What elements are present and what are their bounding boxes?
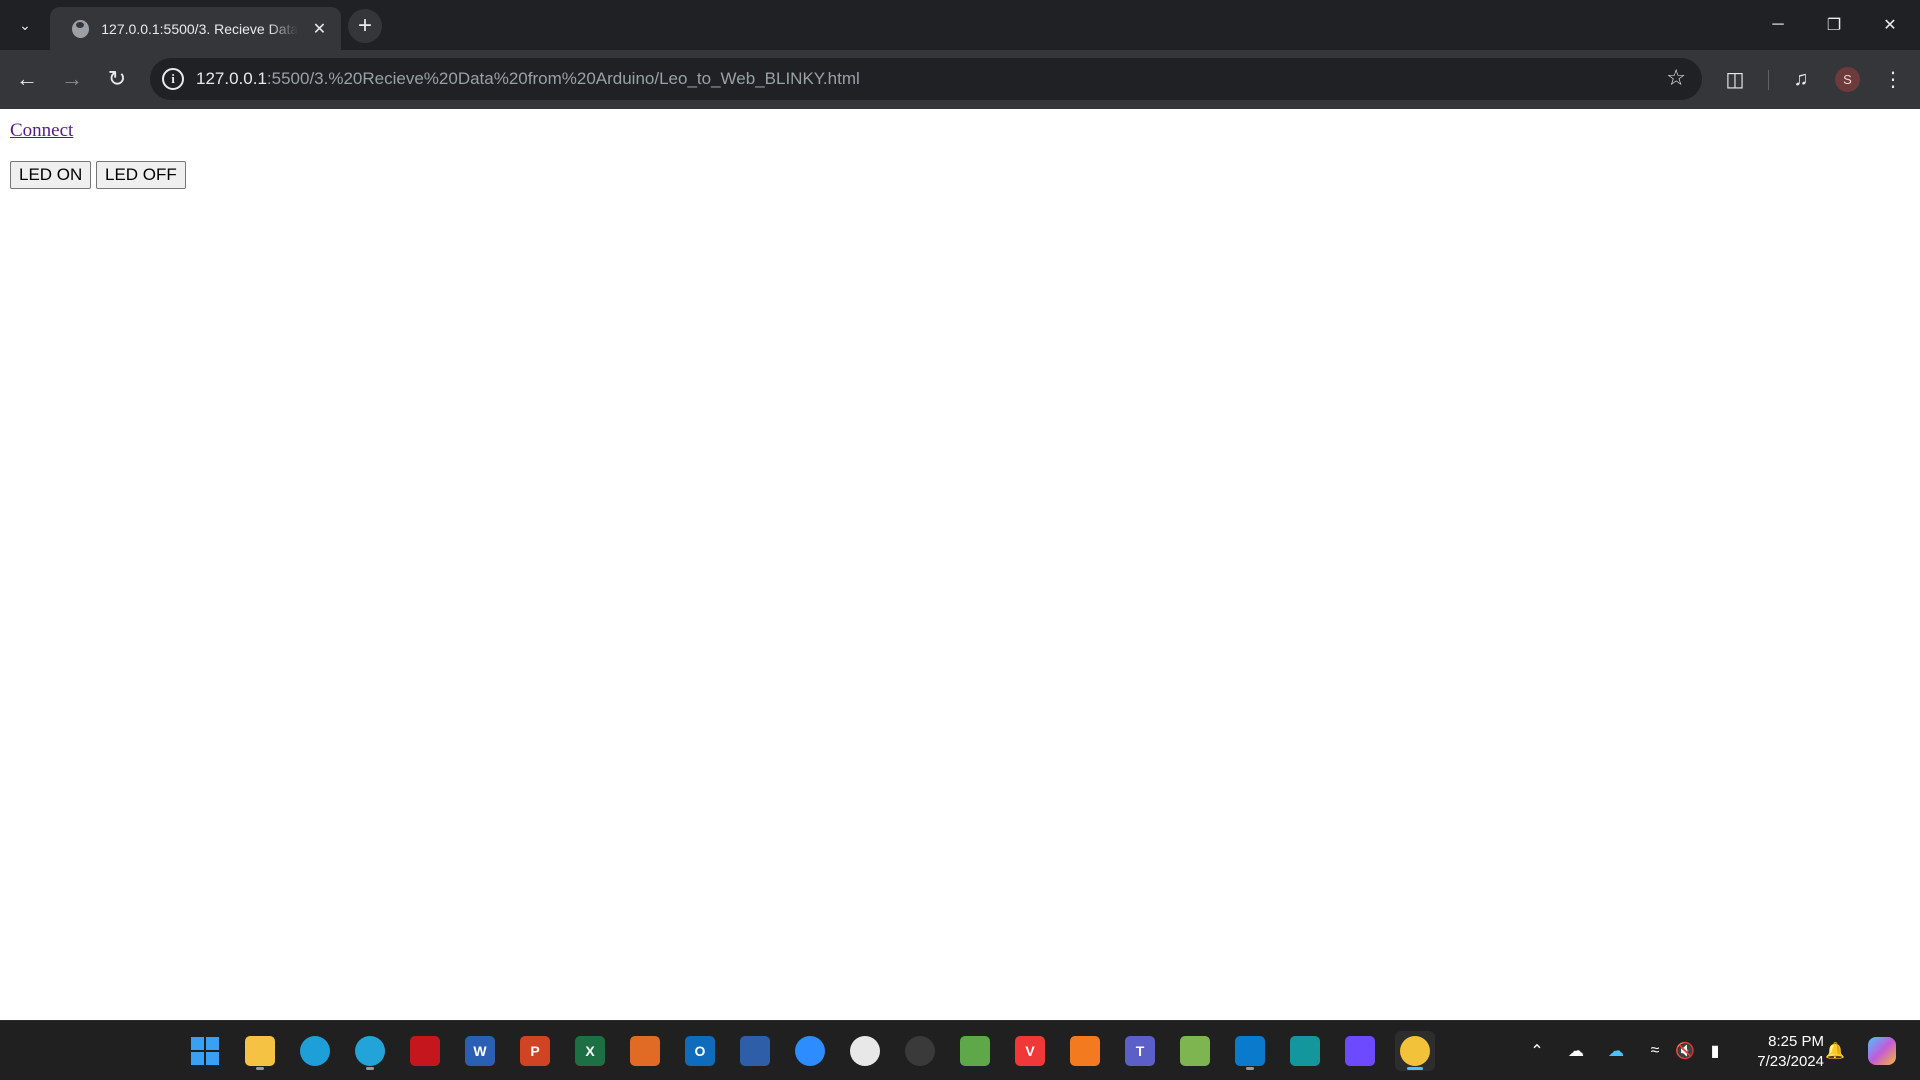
restore-icon[interactable]: ❐ <box>1806 8 1862 42</box>
led-on-button[interactable]: LED ON <box>10 161 92 189</box>
tab-search-chevron-icon[interactable]: ⌄ <box>12 12 38 38</box>
excel-icon: X <box>575 1036 605 1066</box>
onedrive-personal-icon[interactable]: ☁ <box>1563 1038 1589 1064</box>
copilot-icon[interactable] <box>1866 1035 1898 1067</box>
menu-kebab-icon[interactable]: ⋮ <box>1876 62 1910 96</box>
matlab-icon <box>630 1036 660 1066</box>
tab-title: 127.0.0.1:5500/3. Recieve Data from Ardu… <box>101 20 298 37</box>
close-window-icon[interactable]: ✕ <box>1862 8 1918 42</box>
proton-vpn-icon <box>1345 1036 1375 1066</box>
outlook-icon: O <box>685 1036 715 1066</box>
taskbar-app-matlab[interactable] <box>625 1031 665 1071</box>
taskbar-app-edge[interactable] <box>295 1031 335 1071</box>
vscode-icon <box>1235 1036 1265 1066</box>
phone-link-icon <box>740 1036 770 1066</box>
chrome-dev-icon <box>850 1036 880 1066</box>
connect-link[interactable]: Connect <box>10 120 73 142</box>
taskbar-app-android-studio[interactable] <box>955 1031 995 1071</box>
powerpoint-icon: P <box>520 1036 550 1066</box>
browser-chrome: ⌄ 127.0.0.1:5500/3. Recieve Data from Ar… <box>0 0 1920 109</box>
running-indicator <box>256 1067 264 1070</box>
taskbar-app-media-player[interactable] <box>1065 1031 1105 1071</box>
browser-toolbar: ← → ↻ i 127.0.0.1:5500/3.%20Recieve%20Da… <box>0 50 1920 109</box>
profile-avatar[interactable]: S <box>1835 67 1860 92</box>
taskbar-app-outlook[interactable]: O <box>680 1031 720 1071</box>
taskbar-app-phone-link[interactable] <box>735 1031 775 1071</box>
onedrive-business-icon[interactable]: ☁ <box>1603 1038 1629 1064</box>
taskbar-app-mathworks[interactable] <box>405 1031 445 1071</box>
browser-tab[interactable]: 127.0.0.1:5500/3. Recieve Data from Ardu… <box>50 7 341 50</box>
back-icon[interactable]: ← <box>10 62 44 96</box>
taskbar-app-arduino[interactable] <box>1285 1031 1325 1071</box>
tab-close-icon[interactable]: ✕ <box>310 19 329 39</box>
led-off-button[interactable]: LED OFF <box>96 161 186 189</box>
mathworks-icon <box>410 1036 440 1066</box>
extensions-icon[interactable]: ◫ <box>1718 62 1752 96</box>
url-path: :5500/3.%20Recieve%20Data%20from%20Ardui… <box>266 69 860 88</box>
media-controls-icon[interactable]: ♫ <box>1784 62 1818 96</box>
url-host: 127.0.0.1 <box>196 69 267 88</box>
taskbar-app-zoom[interactable] <box>790 1031 830 1071</box>
taskbar-app-vivaldi[interactable]: V <box>1010 1031 1050 1071</box>
running-indicator <box>366 1067 374 1070</box>
start-icon <box>190 1036 220 1066</box>
toolbar-separator <box>1768 70 1769 90</box>
forward-icon[interactable]: → <box>55 62 89 96</box>
edge-profile-icon <box>355 1036 385 1066</box>
address-bar[interactable]: i 127.0.0.1:5500/3.%20Recieve%20Data%20f… <box>150 58 1702 100</box>
web-page: Connect LED ON LED OFF <box>0 109 1920 1020</box>
show-hidden-icons-chevron-icon[interactable]: ⌃ <box>1524 1038 1550 1064</box>
word-icon: W <box>465 1036 495 1066</box>
chrome-icon <box>1400 1036 1430 1066</box>
running-indicator <box>1407 1067 1423 1070</box>
volume-muted-icon[interactable]: 🔇 <box>1672 1038 1698 1064</box>
taskbar-app-excel[interactable]: X <box>570 1031 610 1071</box>
taskbar: WPX O V T ⌃ ☁ ☁ ≈ 🔇 ▮ 8:25 PM 7/23/2024 🔔 <box>0 1020 1920 1080</box>
clock-date: 7/23/2024 <box>1757 1053 1824 1070</box>
file-explorer-icon <box>245 1036 275 1066</box>
wifi-icon[interactable]: ≈ <box>1642 1038 1668 1064</box>
zoom-icon <box>795 1036 825 1066</box>
taskbar-app-powerpoint[interactable]: P <box>515 1031 555 1071</box>
running-indicator <box>1246 1067 1254 1070</box>
taskbar-app-start[interactable] <box>185 1031 225 1071</box>
taskbar-app-obs[interactable] <box>900 1031 940 1071</box>
teams-icon: T <box>1125 1036 1155 1066</box>
grid-app-icon <box>1180 1036 1210 1066</box>
taskbar-app-file-explorer[interactable] <box>240 1031 280 1071</box>
taskbar-app-grid-app[interactable] <box>1175 1031 1215 1071</box>
url-text[interactable]: 127.0.0.1:5500/3.%20Recieve%20Data%20fro… <box>196 69 860 89</box>
globe-icon <box>72 19 90 38</box>
obs-icon <box>905 1036 935 1066</box>
arduino-icon <box>1290 1036 1320 1066</box>
vivaldi-icon: V <box>1015 1036 1045 1066</box>
android-studio-icon <box>960 1036 990 1066</box>
system-clock[interactable]: 8:25 PM 7/23/2024 <box>1736 1032 1824 1072</box>
edge-icon <box>300 1036 330 1066</box>
bookmark-star-icon[interactable]: ☆ <box>1666 65 1686 91</box>
site-info-icon[interactable]: i <box>162 68 184 90</box>
media-player-icon <box>1070 1036 1100 1066</box>
taskbar-app-word[interactable]: W <box>460 1031 500 1071</box>
taskbar-app-vscode[interactable] <box>1230 1031 1270 1071</box>
clock-time: 8:25 PM <box>1768 1033 1824 1050</box>
taskbar-app-chrome-dev[interactable] <box>845 1031 885 1071</box>
taskbar-app-edge-profile[interactable] <box>350 1031 390 1071</box>
minimize-icon[interactable]: ─ <box>1750 8 1806 42</box>
battery-icon[interactable]: ▮ <box>1702 1038 1728 1064</box>
taskbar-app-proton-vpn[interactable] <box>1340 1031 1380 1071</box>
notifications-bell-icon[interactable]: 🔔 <box>1822 1038 1848 1064</box>
taskbar-app-chrome[interactable] <box>1395 1031 1435 1071</box>
tab-strip: ⌄ 127.0.0.1:5500/3. Recieve Data from Ar… <box>0 0 1920 50</box>
reload-icon[interactable]: ↻ <box>100 62 134 96</box>
new-tab-button[interactable]: + <box>348 9 382 43</box>
taskbar-app-teams[interactable]: T <box>1120 1031 1160 1071</box>
